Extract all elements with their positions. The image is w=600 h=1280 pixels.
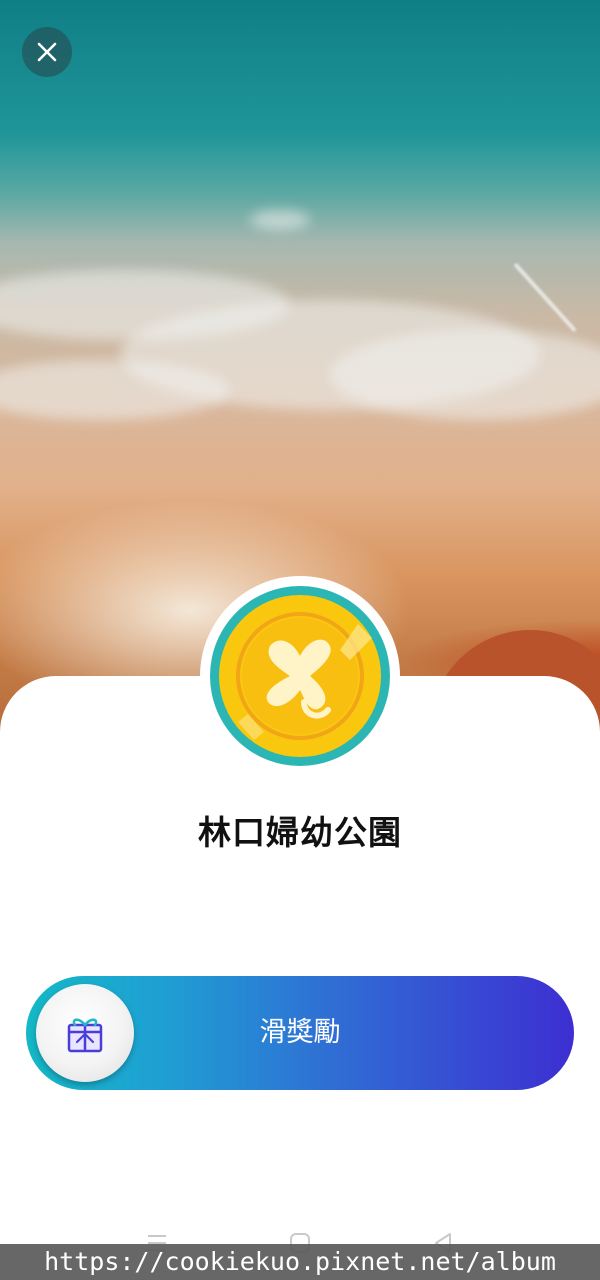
watermark: https://cookiekuo.pixnet.net/album: [0, 1244, 600, 1280]
cloud: [0, 360, 230, 420]
close-button[interactable]: [22, 27, 72, 77]
place-name: 林口婦幼公園: [198, 813, 402, 852]
close-icon: [37, 42, 57, 62]
slide-handle[interactable]: [36, 984, 134, 1082]
reward-screen: 林口婦幼公園 滑獎勵 https://cookiekuo.pixnet.net/…: [0, 0, 600, 1280]
gift-icon: [67, 1018, 103, 1053]
coin-badge: [200, 576, 400, 776]
slide-reward-bar[interactable]: 滑獎勵: [26, 976, 574, 1090]
coin-logo-icon: [206, 582, 394, 770]
cloud: [250, 210, 310, 230]
contrail: [513, 262, 577, 333]
